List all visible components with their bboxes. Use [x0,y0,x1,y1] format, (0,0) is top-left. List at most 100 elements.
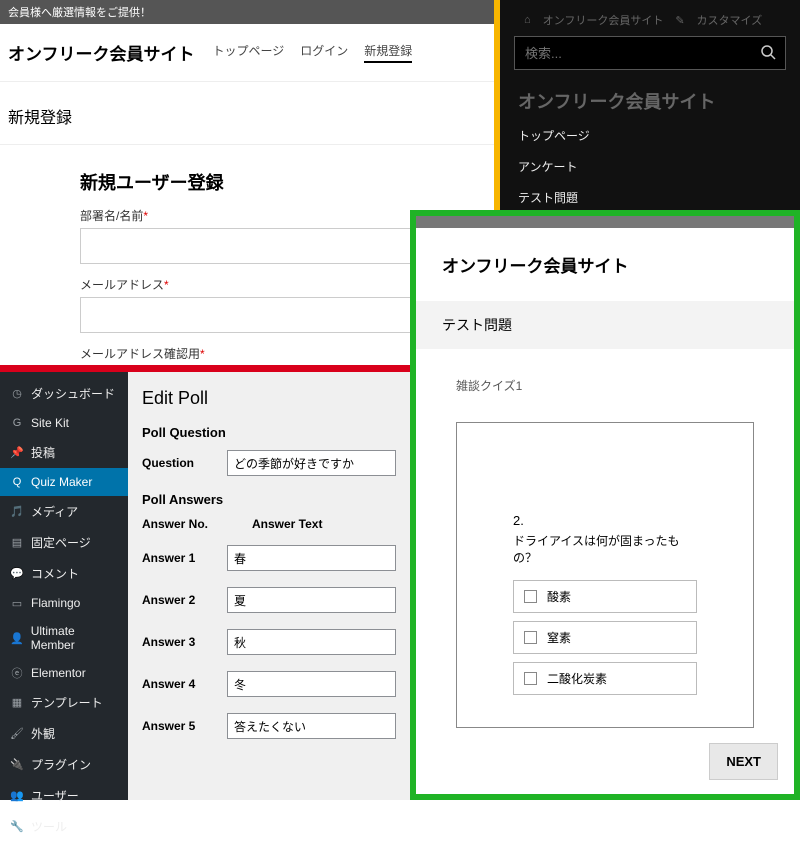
label-name: 部署名/名前* [80,207,420,224]
quiz-body: 雑談クイズ1 2. ドライアイスは何が固まったもの？ 酸素窒素二酸化炭素 [416,349,794,756]
sidebar-item-label: コメント [31,565,79,582]
sidebar-item-label: 投稿 [31,444,55,461]
label-email: メールアドレス* [80,276,420,293]
search-icon[interactable] [760,44,776,60]
template-icon: ▦ [10,696,24,710]
sidebar-item[interactable]: 👤 Ultimate Member [0,617,128,659]
site-title: オンフリーク会員サイト [8,40,195,65]
answer-row: Answer 4 [142,671,396,697]
answer-row: Answer 1 [142,545,396,571]
ghost-site-title: オンフリーク会員サイト [514,88,786,114]
name-input[interactable] [80,228,420,264]
quiz-site-title: オンフリーク会員サイト [416,228,794,301]
top-banner: 会員様へ厳選情報をご提供！ [0,0,500,24]
sidebar-item-label: ユーザー [31,787,79,804]
answer-row: Answer 3 [142,629,396,655]
email-input[interactable] [80,297,420,333]
quiz-page-title: テスト問題 [416,301,794,349]
nav-login[interactable]: ログイン [300,42,348,63]
quiz-option[interactable]: 窒素 [513,621,697,654]
answer-input[interactable] [227,671,396,697]
sidebar-item[interactable]: ▦テンプレート [0,687,128,718]
checkbox-icon [524,590,537,603]
question-label: Question [142,456,227,470]
sidebar-item[interactable]: 🔌プラグイン [0,749,128,780]
sidebar-item[interactable]: ⓔ Elementor [0,659,128,687]
checkbox-icon [524,672,537,685]
answer-row: Answer 5 [142,713,396,739]
brush-icon: ✎ [675,14,684,27]
sidebar-item-label: 固定ページ [31,534,91,551]
sidebar-item[interactable]: G Site Kit [0,409,128,437]
site-header: オンフリーク会員サイト トップページ ログイン 新規登録 [0,24,500,82]
label-email-confirm: メールアドレス確認用* [80,345,420,362]
quiz-frame: 2. ドライアイスは何が固まったもの？ 酸素窒素二酸化炭素 [456,422,754,728]
question-input[interactable] [227,450,396,476]
col-answer-text: Answer Text [252,517,322,531]
sidebar-item[interactable]: 👥ユーザー [0,780,128,811]
sidebar-item-label: ツール [31,818,67,835]
nav-top[interactable]: トップページ [213,42,285,63]
sidebar-item[interactable]: ▭Flamingo [0,589,128,617]
question-number: 2. [513,513,697,528]
admin-bar: ⌂ オンフリーク会員サイト ✎ カスタマイズ [514,12,786,28]
next-button[interactable]: NEXT [709,743,778,780]
page-heading: 新規登録 [0,82,500,145]
adminbar-site-link[interactable]: オンフリーク会員サイト [543,12,664,28]
sidebar-item[interactable]: Q Quiz Maker [0,468,128,496]
brush-icon: 🖌 [10,727,24,741]
dark-link[interactable]: テスト問題 [514,182,786,213]
dark-search-panel: ⌂ オンフリーク会員サイト ✎ カスタマイズ オンフリーク会員サイト トップペー… [500,0,800,210]
poll-answers-section: Poll Answers [142,492,396,507]
sidebar-item-label: プラグイン [31,756,91,773]
sidebar-item-label: Quiz Maker [31,475,92,489]
form-title: 新規ユーザー登録 [80,169,420,195]
adminbar-customize-link[interactable]: カスタマイズ [697,12,763,28]
quiz-option[interactable]: 二酸化炭素 [513,662,697,695]
dark-link[interactable]: アンケート [514,151,786,182]
sidebar-item[interactable]: 🔧 ツール [0,811,128,842]
sidebar-item[interactable]: 💬コメント [0,558,128,589]
required-mark: * [164,278,169,292]
sidebar-item[interactable]: 🖌外観 [0,718,128,749]
wp-admin-panel: ◷ ダッシュボード G Site Kit 📌 投稿 Q Quiz Maker 🎵メディア ▤ 固定ペ… [0,372,410,800]
sidebar-item-label: Site Kit [31,416,69,430]
search-input[interactable] [514,36,786,70]
wp-sidebar: ◷ ダッシュボード G Site Kit 📌 投稿 Q Quiz Maker 🎵メディア ▤ 固定ペ… [0,372,128,800]
sidebar-item[interactable]: 🎵メディア [0,496,128,527]
quiz-option[interactable]: 酸素 [513,580,697,613]
google-icon: G [10,416,24,430]
sidebar-item-label: ダッシュボード [31,385,115,402]
elementor-icon: ⓔ [10,666,24,680]
sidebar-item[interactable]: ◷ ダッシュボード [0,378,128,409]
edit-poll-heading: Edit Poll [142,388,396,409]
pin-icon: 📌 [10,446,24,460]
dark-link[interactable]: トップページ [514,120,786,151]
sidebar-item-label: メディア [31,503,78,520]
option-text: 酸素 [547,588,571,605]
wrench-icon: 🔧 [10,820,24,834]
required-mark: * [143,209,148,223]
quiz-name: 雑談クイズ1 [456,377,754,394]
nav-register[interactable]: 新規登録 [364,42,412,63]
answer-label: Answer 3 [142,635,227,649]
option-text: 窒素 [547,629,571,646]
search-wrapper [514,36,786,70]
quiz-icon: Q [10,475,24,489]
answer-input[interactable] [227,629,396,655]
sidebar-item[interactable]: ▤ 固定ページ [0,527,128,558]
user-icon: 👤 [10,631,24,645]
answer-input[interactable] [227,545,396,571]
question-row: Question [142,450,396,476]
main-nav: トップページ ログイン 新規登録 [213,42,413,63]
required-mark: * [200,347,205,361]
home-icon[interactable]: ⌂ [524,14,531,26]
dashboard-icon: ◷ [10,387,24,401]
answer-input[interactable] [227,713,396,739]
sidebar-item-label: Ultimate Member [31,624,118,652]
answer-row: Answer 2 [142,587,396,613]
page-icon: ▤ [10,536,24,550]
sidebar-item[interactable]: 📌 投稿 [0,437,128,468]
sidebar-item-label: Elementor [31,666,86,680]
answer-input[interactable] [227,587,396,613]
